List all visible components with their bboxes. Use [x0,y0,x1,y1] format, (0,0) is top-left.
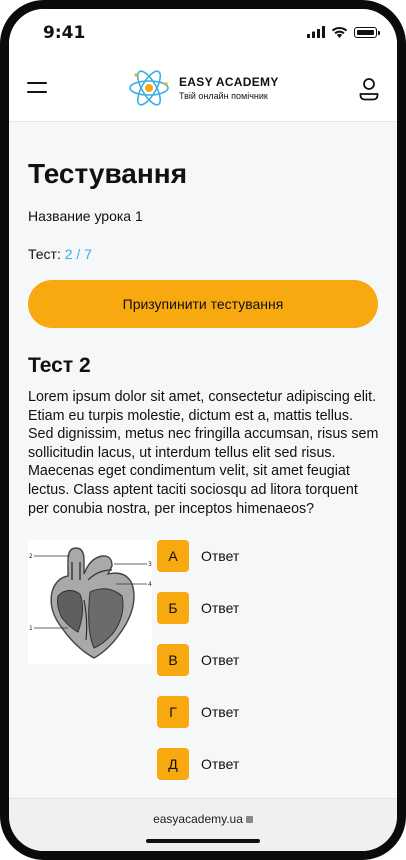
brand-subtitle: Твій онлайн помічник [179,91,268,101]
test-progress: Тест: 2 / 7 [28,246,378,262]
page-title: Тестування [28,158,188,189]
brand-logo[interactable]: EASY ACADEMY Твій онлайн помічник [127,67,279,109]
status-time: 9:41 [43,23,86,43]
wifi-icon [331,26,348,38]
answer-list: А Ответ Б Ответ В Ответ Г Ответ Д Ответ [157,540,239,800]
answer-option-a[interactable]: А Ответ [157,540,240,573]
home-indicator[interactable] [146,839,260,843]
browser-url-bar[interactable]: easyacademy.ua [9,798,397,851]
answer-letter: Д [157,748,189,781]
lock-icon [245,816,253,823]
battery-icon [354,26,380,38]
answer-text: Ответ [201,756,240,773]
lesson-name: Название урока 1 [28,208,143,224]
menu-icon[interactable] [27,79,49,97]
brand-text: EASY ACADEMY Твій онлайн помічник [179,75,279,101]
signal-icon [307,26,325,38]
answer-letter: Б [157,592,189,625]
figure-label: 3 [148,561,152,568]
answer-option-v[interactable]: В Ответ [157,644,240,677]
answer-text: Ответ [201,652,240,669]
answer-letter: В [157,644,189,677]
status-icons [307,26,380,38]
answer-option-g[interactable]: Г Ответ [157,696,240,729]
answer-letter: А [157,540,189,573]
answer-text: Ответ [201,600,240,617]
url-text: easyacademy.ua [153,812,243,826]
app-header: EASY ACADEMY Твій онлайн помічник [9,57,397,122]
answer-text: Ответ [201,548,240,565]
progress-label: Тест: [28,246,61,262]
answer-text: Ответ [201,704,240,721]
atom-logo-icon [129,70,169,106]
phone-frame: 9:41 EASY ACADEMY Твій онлайн помічник Т… [0,0,406,860]
brand-title: EASY ACADEMY [179,75,279,89]
question-text: Lorem ipsum dolor sit amet, consectetur … [28,389,379,517]
answer-letter: Г [157,696,189,729]
user-icon[interactable] [359,77,379,101]
main-content: Тестування Название урока 1 Тест: 2 / 7 … [28,121,378,790]
test-title: Тест 2 [28,354,91,377]
figure-label: 4 [148,581,152,588]
answers-area: 2 3 4 1 А Ответ Б Ответ В Ответ Г Ответ … [28,540,378,790]
pause-test-button[interactable]: Призупинити тестування [28,280,378,328]
answer-option-d[interactable]: Д Ответ [157,748,240,781]
answer-option-b[interactable]: Б Ответ [157,592,240,625]
figure-label: 2 [29,553,33,560]
heart-diagram-image: 2 3 4 1 [28,540,152,665]
progress-value: 2 / 7 [64,246,92,262]
url-display: easyacademy.ua [9,812,397,826]
status-bar: 9:41 [9,9,397,57]
figure-label: 1 [29,625,33,632]
